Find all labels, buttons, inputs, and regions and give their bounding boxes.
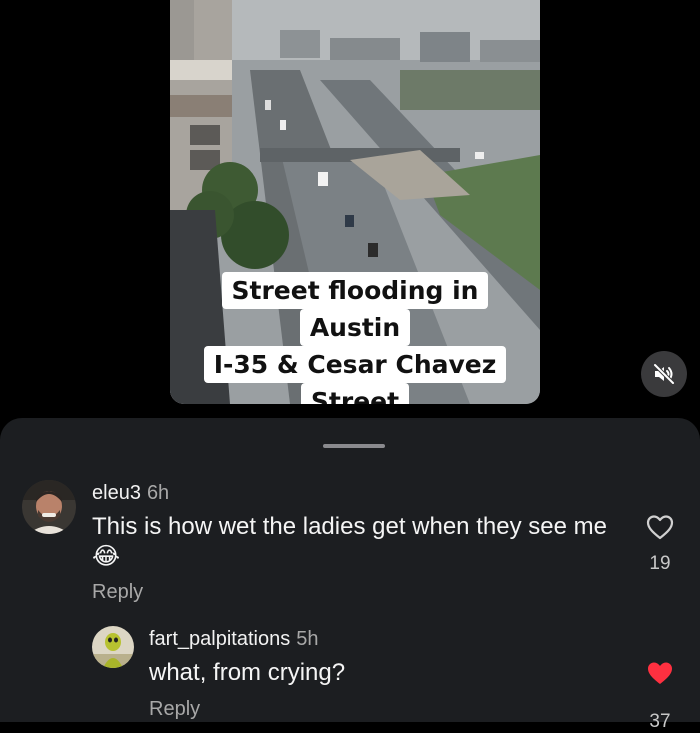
comment-item: fart_palpitations 5h what, from crying? R… (0, 618, 700, 732)
comment-meta: eleu3 6h (92, 482, 169, 505)
mute-button[interactable] (641, 351, 687, 397)
comment-item: eleu3 6h This is how wet the ladies get w… (0, 418, 700, 618)
timestamp: 5h (296, 628, 319, 650)
caption-line: I-35 & Cesar Chavez (203, 346, 507, 383)
like-count: 19 (649, 553, 671, 574)
avatar-image (92, 626, 134, 668)
reply-button[interactable]: Reply (149, 698, 200, 721)
username[interactable]: eleu3 (92, 482, 141, 504)
speaker-muted-icon (653, 363, 675, 385)
caption-line: Austin (299, 309, 411, 346)
comment-text: This is how wet the ladies get when they… (92, 512, 612, 572)
reply-button[interactable]: Reply (92, 581, 143, 604)
avatar[interactable] (22, 480, 76, 534)
heart-filled-icon[interactable] (646, 660, 674, 686)
caption-line: Street (300, 383, 410, 404)
video-area: Street flooding in Austin I-35 & Cesar C… (0, 0, 700, 420)
comment-meta: fart_palpitations 5h (149, 628, 318, 651)
username[interactable]: fart_palpitations (149, 628, 290, 650)
like-column: 37 (640, 660, 680, 733)
comments-sheet: eleu3 6h This is how wet the ladies get w… (0, 418, 700, 732)
heart-outline-icon[interactable] (646, 514, 674, 540)
comment-text: what, from crying? (149, 659, 346, 686)
timestamp: 6h (146, 482, 170, 504)
video-caption: Street flooding in Austin I-35 & Cesar C… (170, 272, 540, 404)
avatar[interactable] (92, 626, 134, 668)
caption-line: Street flooding in (221, 272, 489, 309)
comment-body: This is how wet the ladies get when they… (92, 513, 607, 540)
video-player[interactable]: Street flooding in Austin I-35 & Cesar C… (170, 0, 540, 404)
laughing-emoji: 😂 (92, 543, 121, 570)
avatar-image (22, 480, 76, 534)
like-column: 19 (640, 514, 680, 575)
like-count: 37 (649, 711, 671, 732)
